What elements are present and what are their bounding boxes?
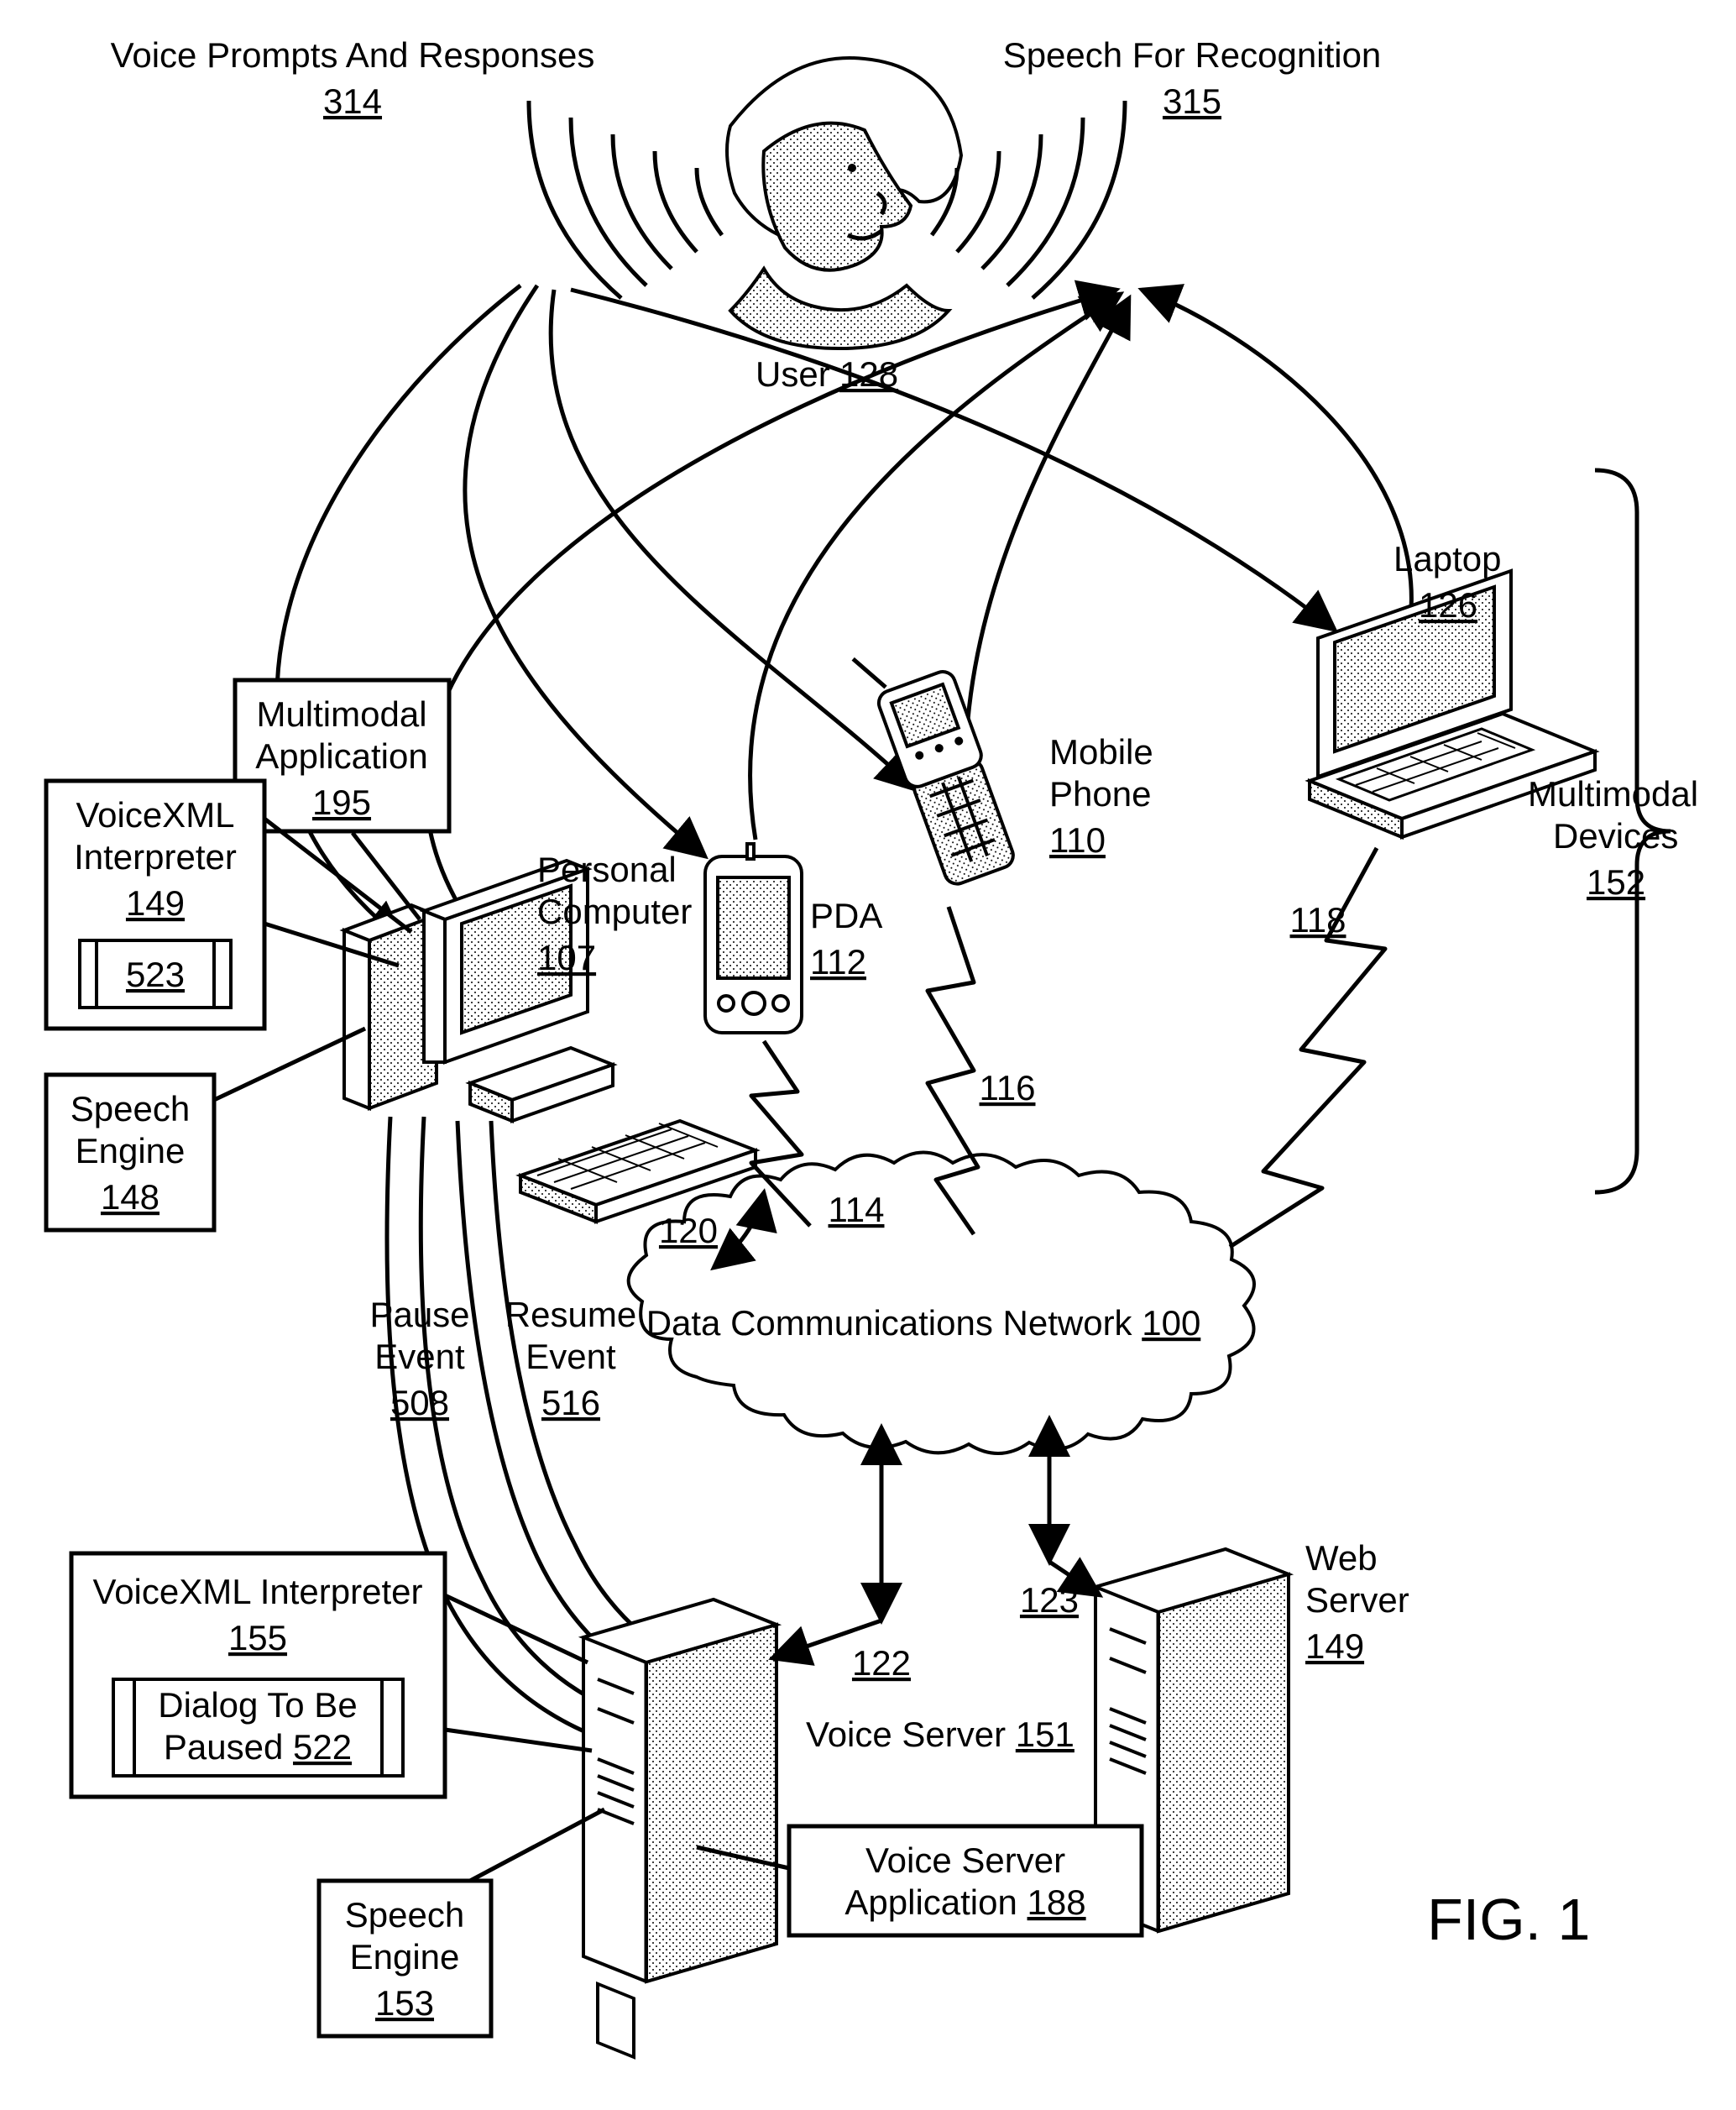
svg-text:Multimodal: Multimodal xyxy=(256,694,426,734)
svg-text:Application: Application xyxy=(255,736,427,776)
resume-label2: Event xyxy=(526,1337,616,1376)
laptop-label: Laptop xyxy=(1394,539,1501,579)
voicexml-interpreter-155-box: VoiceXML Interpreter 155 Dialog To Be Pa… xyxy=(71,1553,445,1797)
sound-waves-right xyxy=(932,101,1125,298)
pda-ref: 112 xyxy=(810,942,866,982)
pda-label: PDA xyxy=(810,896,882,935)
svg-text:155: 155 xyxy=(228,1618,287,1657)
conn-laptop-ref: 118 xyxy=(1290,900,1346,940)
laptop-ref: 126 xyxy=(1419,585,1477,625)
svg-text:Interpreter: Interpreter xyxy=(74,837,237,877)
svg-text:Dialog To Be: Dialog To Be xyxy=(158,1685,357,1725)
phone-label2: Phone xyxy=(1049,774,1151,814)
user-label: User xyxy=(756,354,830,394)
phone-label1: Mobile xyxy=(1049,732,1153,772)
svg-text:153: 153 xyxy=(375,1983,434,2023)
group-ref: 152 xyxy=(1587,862,1645,902)
network-label: Data Communications Network 100 xyxy=(646,1303,1201,1343)
svg-text:148: 148 xyxy=(101,1177,159,1217)
svg-text:Engine: Engine xyxy=(350,1937,460,1976)
speech-engine-153-box: Speech Engine 153 xyxy=(319,1881,491,2036)
pause-label1: Pause xyxy=(369,1295,469,1334)
speech-label: Speech For Recognition xyxy=(1003,35,1382,75)
speech-ref: 315 xyxy=(1163,81,1221,121)
voice-server-icon xyxy=(583,1600,776,2057)
group-label1: Multimodal xyxy=(1528,774,1698,814)
svg-text:Speech: Speech xyxy=(345,1895,464,1935)
sound-waves-left xyxy=(529,101,722,298)
conn-phone-ref: 116 xyxy=(980,1068,1036,1107)
pda-icon xyxy=(705,844,802,1033)
vs-label: Voice Server 151 xyxy=(806,1715,1075,1754)
svg-text:195: 195 xyxy=(312,783,371,822)
ws-label1: Web xyxy=(1305,1538,1378,1578)
ws-ref: 149 xyxy=(1305,1626,1364,1666)
svg-text:523: 523 xyxy=(126,955,185,994)
figure-label: FIG. 1 xyxy=(1427,1887,1590,1952)
svg-text:VoiceXML Interpreter: VoiceXML Interpreter xyxy=(93,1572,423,1611)
arrow-prompts-pda xyxy=(465,285,705,856)
svg-text:VoiceXML: VoiceXML xyxy=(76,795,234,835)
prompts-label: Voice Prompts And Responses xyxy=(111,35,595,75)
phone-ref: 110 xyxy=(1049,820,1106,860)
arrow-prompts-laptop xyxy=(571,290,1335,630)
svg-text:Speech: Speech xyxy=(71,1089,190,1128)
svg-text:Application 188: Application 188 xyxy=(844,1882,1085,1922)
svg-text:Paused 522: Paused 522 xyxy=(164,1727,352,1767)
svg-text:Engine: Engine xyxy=(76,1131,186,1170)
pause-ref: 508 xyxy=(390,1383,449,1422)
multimodal-application-box: Multimodal Application 195 xyxy=(235,680,449,831)
resume-ref: 516 xyxy=(541,1383,600,1422)
vs-net-ref: 122 xyxy=(852,1643,911,1683)
conn-kb-ref: 120 xyxy=(659,1211,718,1250)
pause-label2: Event xyxy=(374,1337,465,1376)
ws-label2: Server xyxy=(1305,1580,1409,1620)
mobile-phone-icon xyxy=(853,629,1021,892)
svg-text:149: 149 xyxy=(126,883,185,923)
arrow-laptop-speech xyxy=(1142,290,1411,621)
voicexml-interpreter-149-box: VoiceXML Interpreter 149 523 xyxy=(46,781,264,1029)
arrow-phone-speech xyxy=(965,298,1129,772)
conn-pda-ref: 114 xyxy=(829,1190,885,1229)
resume-label1: Resume xyxy=(505,1295,636,1334)
speech-engine-148-box: Speech Engine 148 xyxy=(46,1075,214,1230)
pc-label1: Personal xyxy=(537,850,677,889)
ws-net-ref: 123 xyxy=(1020,1580,1079,1620)
svg-text:Voice Server: Voice Server xyxy=(865,1840,1065,1880)
prompts-ref: 314 xyxy=(323,81,382,121)
user-head xyxy=(727,58,961,348)
pc-label2: Computer xyxy=(537,892,692,931)
leader-vxml155-2 xyxy=(445,1730,592,1751)
voice-server-application-box: Voice Server Application 188 xyxy=(789,1826,1142,1935)
pc-ref: 107 xyxy=(537,938,596,977)
group-label2: Devices xyxy=(1553,816,1678,856)
leader-vxml-pc-1 xyxy=(264,819,411,932)
